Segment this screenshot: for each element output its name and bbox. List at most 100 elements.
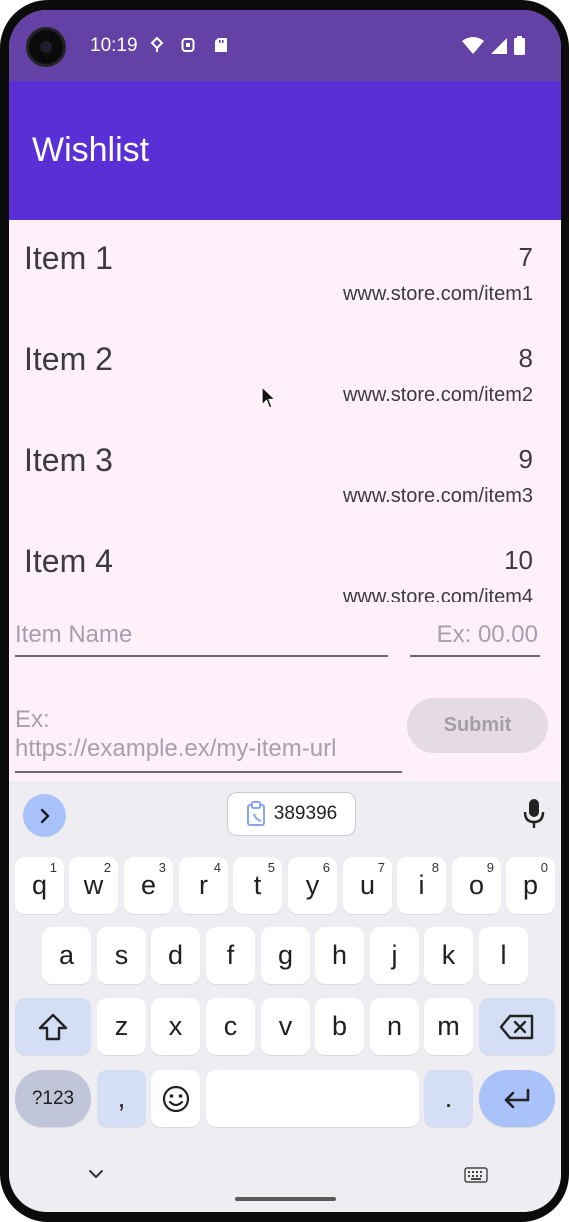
backspace-key[interactable] [479, 998, 555, 1055]
key-hint: 9 [486, 860, 494, 875]
key-label: p [522, 870, 539, 900]
item-url-input[interactable] [15, 705, 402, 771]
key-m[interactable]: m [424, 998, 473, 1055]
key-s[interactable]: s [97, 927, 146, 984]
shift-key[interactable] [15, 998, 91, 1055]
item-quantity: 9 [518, 444, 533, 474]
key-f[interactable]: f [206, 927, 255, 984]
item-name: Item 2 [24, 341, 113, 377]
page-title: Wishlist [32, 131, 150, 169]
item-name: Item 1 [24, 240, 113, 276]
key-g[interactable]: g [261, 927, 310, 984]
wishlist-list[interactable]: Item 1 7 www.store.com/item1 Item 2 8 ww… [9, 220, 561, 602]
key-label: r [199, 870, 208, 900]
key-label: i [418, 870, 425, 900]
item-url: www.store.com/item3 [342, 485, 533, 507]
key-j[interactable]: j [370, 927, 419, 984]
mouse-pointer-icon [261, 386, 277, 409]
item-url: www.store.com/item2 [342, 384, 533, 406]
key-hint: 4 [213, 860, 221, 875]
key-z[interactable]: z [97, 998, 146, 1055]
key-b[interactable]: b [315, 998, 364, 1055]
key-p[interactable]: p0 [506, 857, 555, 914]
key-h[interactable]: h [315, 927, 364, 984]
item-name-input[interactable] [15, 615, 388, 655]
device-frame: 10:19 Wishlist Item 1 7 www.store.com/it… [0, 0, 569, 1222]
key-l[interactable]: l [479, 927, 528, 984]
item-price-input[interactable] [410, 615, 540, 655]
item-url: www.store.com/item4 [342, 586, 533, 602]
home-gesture-bar[interactable] [235, 1197, 336, 1201]
item-name-field[interactable] [15, 615, 388, 657]
space-key[interactable] [206, 1070, 419, 1127]
backspace-icon [499, 1014, 534, 1039]
key-hint: 3 [158, 860, 166, 875]
status-bar: 10:19 [9, 10, 561, 81]
soft-keyboard: 389396 q1 w2 e3 r4 t5 y6 u7 i8 o9 p0 a s [9, 781, 561, 1212]
key-hint: 1 [49, 860, 57, 875]
key-q[interactable]: q1 [15, 857, 64, 914]
key-k[interactable]: k [424, 927, 473, 984]
key-v[interactable]: v [261, 998, 310, 1055]
sd-card-icon [215, 38, 227, 52]
chevron-right-icon [40, 808, 49, 823]
key-d[interactable]: d [151, 927, 200, 984]
keyboard-toolbar: 389396 [9, 781, 561, 849]
key-c[interactable]: c [206, 998, 255, 1055]
item-quantity: 10 [504, 545, 533, 575]
list-item[interactable]: Item 3 9 www.store.com/item3 [9, 422, 561, 523]
item-quantity: 8 [518, 343, 533, 373]
key-r[interactable]: r4 [179, 857, 228, 914]
period-key[interactable]: . [424, 1070, 473, 1127]
app-bar: Wishlist [9, 81, 561, 220]
item-url-field[interactable] [15, 705, 402, 773]
key-label: q [31, 870, 48, 900]
key-n[interactable]: n [370, 998, 419, 1055]
key-o[interactable]: o9 [452, 857, 501, 914]
wifi-icon [462, 36, 484, 54]
cellular-signal-icon [491, 37, 507, 54]
key-label: y [305, 870, 320, 900]
clipboard-suggestion-chip[interactable]: 389396 [227, 792, 356, 836]
shift-icon [38, 1013, 68, 1040]
microphone-icon[interactable] [523, 798, 545, 830]
list-item[interactable]: Item 4 10 www.store.com/item4 [9, 523, 561, 602]
item-quantity: 7 [518, 242, 533, 272]
key-label: o [468, 870, 485, 900]
list-item[interactable]: Item 2 8 www.store.com/item2 [9, 321, 561, 422]
key-x[interactable]: x [151, 998, 200, 1055]
key-hint: 8 [431, 860, 439, 875]
key-a[interactable]: a [42, 927, 91, 984]
item-price-field[interactable] [410, 615, 540, 657]
comma-key[interactable]: , [97, 1070, 146, 1127]
symbols-key[interactable]: ?123 [15, 1070, 91, 1127]
key-hint: 7 [377, 860, 385, 875]
key-u[interactable]: u7 [343, 857, 392, 914]
camera-cutout [26, 27, 66, 67]
key-y[interactable]: y6 [288, 857, 337, 914]
battery-icon [514, 36, 525, 55]
key-e[interactable]: e3 [124, 857, 173, 914]
expand-toolbar-button[interactable] [23, 794, 66, 837]
clipboard-icon [246, 801, 265, 826]
key-label: w [83, 870, 104, 900]
enter-key[interactable] [479, 1070, 555, 1127]
keyboard-switch-icon[interactable] [464, 1167, 488, 1183]
key-t[interactable]: t5 [233, 857, 282, 914]
item-name: Item 3 [24, 442, 113, 478]
key-w[interactable]: w2 [69, 857, 118, 914]
item-name: Item 4 [24, 543, 113, 579]
key-i[interactable]: i8 [397, 857, 446, 914]
data-saver-icon [150, 37, 164, 52]
submit-button[interactable]: Submit [407, 698, 548, 753]
enter-icon [504, 1088, 530, 1108]
hide-keyboard-icon[interactable] [87, 1168, 105, 1180]
emoji-key[interactable] [151, 1070, 200, 1127]
key-label: t [253, 870, 262, 900]
status-time: 10:19 [90, 35, 138, 56]
list-item[interactable]: Item 1 7 www.store.com/item1 [9, 220, 561, 321]
key-hint: 0 [540, 860, 548, 875]
key-hint: 6 [322, 860, 330, 875]
key-label: u [359, 870, 376, 900]
key-hint: 2 [103, 860, 111, 875]
